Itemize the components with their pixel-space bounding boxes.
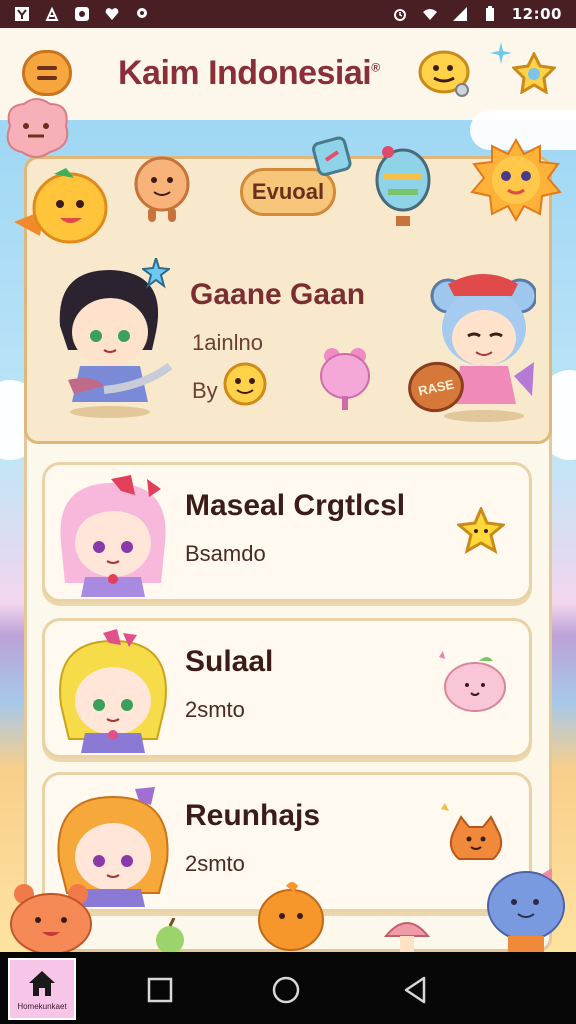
list-item-title: Reunhajs	[185, 799, 321, 832]
app-title-text: Kaim Indonesiai	[118, 54, 372, 92]
hot-air-balloon-icon	[374, 146, 432, 230]
house-icon	[29, 971, 55, 996]
mushroom-icon	[383, 914, 431, 952]
status-bar: 12:00	[0, 0, 576, 28]
list-item[interactable]: Maseal Crgtlcsl Bsamdo	[42, 462, 532, 602]
heart-icon	[104, 6, 120, 22]
cookie-mascot-icon	[128, 154, 196, 226]
apple-icon	[150, 917, 190, 954]
coin-badge-text: RASE	[416, 375, 456, 399]
yellow-smiley-icon	[222, 362, 268, 406]
star-wand-icon	[140, 254, 172, 290]
menu-icon-line	[37, 76, 57, 80]
menu-icon-line	[37, 66, 57, 70]
alarm-icon	[392, 6, 408, 22]
battery-icon	[482, 6, 498, 22]
orange-cat-mascot-icon	[441, 799, 511, 869]
app-header: Kaim Indonesiai®	[0, 28, 576, 120]
list-item-subtitle: 2smto	[185, 851, 245, 876]
pink-blob-mascot-icon	[0, 96, 72, 160]
location-icon	[134, 6, 150, 22]
wifi-icon	[422, 6, 438, 22]
notification-icon	[14, 6, 30, 22]
smiley-profile-icon[interactable]	[418, 48, 472, 98]
signal-icon	[452, 6, 468, 22]
recents-button[interactable]	[140, 970, 180, 1010]
featured-subtitle: 1ainlno	[192, 330, 263, 355]
app-title: Kaim Indonesiai®	[118, 54, 380, 93]
home-tab-label: Homekunkaet	[17, 1002, 67, 1011]
pink-haired-character-avatar	[51, 473, 175, 597]
sun-mascot-icon	[468, 137, 564, 223]
list-item-title: Maseal Crgtlcsl	[185, 489, 406, 522]
app-icon	[74, 6, 90, 22]
blue-dragon-mascot-icon	[482, 866, 572, 952]
list-item-title: Sulaal	[185, 645, 274, 678]
orange-bird-mascot-icon	[256, 876, 326, 952]
status-clock: 12:00	[511, 5, 562, 23]
list-item-subtitle: Bsamdo	[185, 541, 266, 566]
list-item[interactable]: Sulaal 2smto	[42, 618, 532, 758]
orange-bear-mascot-icon	[6, 880, 96, 955]
featured-by-label: By	[192, 378, 218, 403]
star-badge-icon[interactable]	[510, 50, 558, 95]
home-tab[interactable]: Homekunkaet	[8, 958, 76, 1020]
menu-button[interactable]	[22, 50, 72, 96]
list-item-subtitle: 2smto	[185, 697, 245, 722]
event-label: Evuoal	[251, 179, 325, 204]
pink-lollipop-icon	[318, 346, 372, 412]
sparkle-icon	[490, 42, 512, 64]
gift-tag-icon	[310, 134, 356, 180]
trademark-mark: ®	[371, 60, 380, 75]
home-button[interactable]	[266, 970, 306, 1010]
star-icon	[455, 505, 507, 555]
back-button[interactable]	[396, 970, 436, 1010]
blonde-character-avatar	[51, 629, 175, 753]
pink-blob-mascot-icon	[435, 649, 507, 713]
featured-title: Gaane Gaan	[190, 278, 366, 311]
pin-icon	[44, 6, 60, 22]
orange-fruit-mascot-icon	[14, 166, 110, 248]
